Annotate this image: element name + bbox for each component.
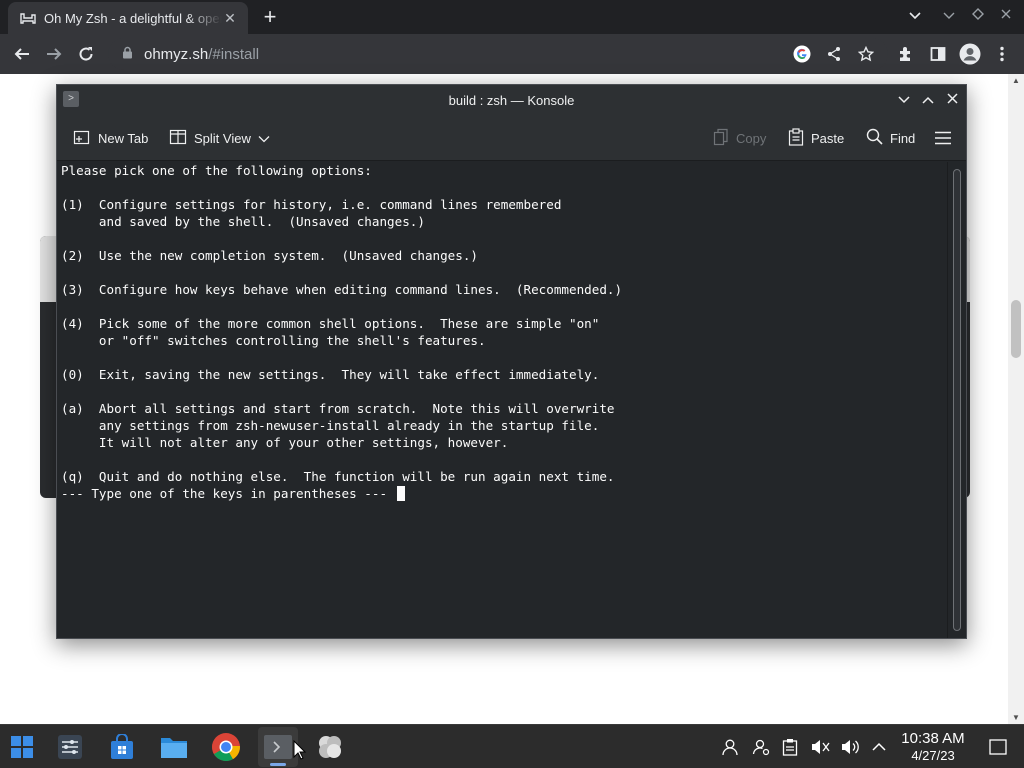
new-tab-button[interactable]: + xyxy=(258,6,282,30)
split-view-label: Split View xyxy=(194,130,251,146)
terminal-output[interactable]: Please pick one of the following options… xyxy=(57,162,947,638)
terminal-line: (0) Exit, saving the new settings. They … xyxy=(61,367,600,382)
paste-label: Paste xyxy=(811,130,845,146)
reload-icon[interactable] xyxy=(74,42,98,66)
terminal-cursor xyxy=(396,486,405,501)
forward-icon[interactable] xyxy=(42,42,66,66)
store-app-icon[interactable] xyxy=(102,727,142,767)
page-scrollbar-thumb[interactable] xyxy=(1011,300,1021,358)
page-scrollbar[interactable]: ▲ ▼ xyxy=(1008,74,1024,724)
new-tab-button[interactable]: New Tab xyxy=(73,127,148,149)
lock-icon xyxy=(122,46,136,63)
tab-title: Oh My Zsh - a delightful & open source f… xyxy=(44,10,222,26)
new-tab-label: New Tab xyxy=(98,130,149,146)
user-icon[interactable] xyxy=(720,737,740,757)
paste-icon xyxy=(788,127,804,149)
accounts-icon[interactable] xyxy=(751,737,771,757)
browser-tabstrip: Oh My Zsh - a delightful & open source f… xyxy=(0,0,1024,34)
hamburger-menu-icon[interactable] xyxy=(934,127,952,149)
konsole-maximize-icon[interactable] xyxy=(920,92,936,108)
tab-favicon-icon xyxy=(20,10,36,26)
active-app-indicator xyxy=(270,763,286,766)
terminal-line: (q) Quit and do nothing else. The functi… xyxy=(61,469,615,484)
terminal-prompt-line: --- Type one of the keys in parentheses … xyxy=(61,485,947,502)
clock-date: 4/27/23 xyxy=(911,748,955,763)
tab-close-icon[interactable]: ✕ xyxy=(222,10,238,26)
clipboard-icon[interactable] xyxy=(780,737,800,757)
terminal-line: (1) Configure settings for history, i.e.… xyxy=(61,197,562,212)
terminal-line: (4) Pick some of the more common shell o… xyxy=(61,316,600,331)
sidepanel-icon[interactable] xyxy=(926,42,950,66)
notifications-icon[interactable] xyxy=(988,737,1008,757)
konsole-window: > build : zsh — Konsole New Tab Split Vi… xyxy=(56,84,967,639)
settings-app-icon[interactable] xyxy=(50,727,90,767)
terminal-line: (a) Abort all settings and start from sc… xyxy=(61,401,615,416)
start-icon[interactable] xyxy=(2,727,42,767)
tab-search-icon[interactable] xyxy=(906,8,924,26)
profile-icon[interactable] xyxy=(958,42,982,66)
scroll-down-icon[interactable]: ▼ xyxy=(1012,713,1020,722)
browser-tab[interactable]: Oh My Zsh - a delightful & open source f… xyxy=(8,2,248,34)
mouse-pointer-icon xyxy=(293,739,307,765)
terminal-line: (3) Configure how keys behave when editi… xyxy=(61,282,623,297)
clock-time: 10:38 AM xyxy=(901,730,965,747)
konsole-minimize-icon[interactable] xyxy=(896,92,912,108)
copy-button[interactable]: Copy xyxy=(713,127,766,149)
terminal-line: (2) Use the new completion system. (Unsa… xyxy=(61,248,479,263)
terminal-prompt-text: --- Type one of the keys in parentheses … xyxy=(61,486,395,501)
terminal-line: and saved by the shell. (Unsaved changes… xyxy=(61,214,425,229)
search-icon xyxy=(866,128,883,148)
taskbar: 10:38 AM 4/27/23 xyxy=(0,724,1024,768)
url-host: ohmyz.sh xyxy=(144,45,209,63)
find-button[interactable]: Find xyxy=(866,127,915,149)
files-app-icon[interactable] xyxy=(154,727,194,767)
browser-toolbar: ohmyz.sh /#install xyxy=(0,34,1024,74)
terminal-app-icon[interactable] xyxy=(258,727,298,767)
terminal-line: Please pick one of the following options… xyxy=(61,163,372,178)
konsole-toolbar: New Tab Split View Copy Paste Find xyxy=(57,115,966,161)
paste-button[interactable]: Paste xyxy=(788,127,844,149)
chevron-up-icon[interactable] xyxy=(869,737,889,757)
maximize-icon[interactable] xyxy=(969,8,987,26)
extensions-icon[interactable] xyxy=(894,42,918,66)
new-tab-icon xyxy=(73,128,91,149)
gallery-app-icon[interactable] xyxy=(310,727,350,767)
copy-label: Copy xyxy=(736,130,767,146)
split-view-button[interactable]: Split View xyxy=(169,127,270,149)
star-icon[interactable] xyxy=(854,42,878,66)
terminal-scrollbar-thumb[interactable] xyxy=(953,169,961,631)
terminal-scrollbar[interactable] xyxy=(947,162,966,638)
terminal-line: It will not alter any of your other sett… xyxy=(61,435,509,450)
find-label: Find xyxy=(890,130,916,146)
konsole-close-icon[interactable] xyxy=(944,92,960,108)
clock[interactable]: 10:38 AM 4/27/23 xyxy=(896,730,970,764)
terminal-line: any settings from zsh-newuser-install al… xyxy=(61,418,600,433)
copy-icon xyxy=(713,128,729,149)
url-path: /#install xyxy=(208,45,260,63)
scroll-up-icon[interactable]: ▲ xyxy=(1012,76,1020,85)
minimize-icon[interactable] xyxy=(940,8,958,26)
konsole-titlebar[interactable]: > build : zsh — Konsole xyxy=(57,85,966,115)
volume-icon[interactable] xyxy=(840,737,860,757)
share-icon[interactable] xyxy=(822,42,846,66)
address-bar[interactable]: ohmyz.sh /#install xyxy=(108,38,888,70)
close-window-icon[interactable] xyxy=(997,8,1015,26)
split-view-icon xyxy=(169,128,187,149)
konsole-window-title: build : zsh — Konsole xyxy=(448,93,575,108)
back-icon[interactable] xyxy=(10,42,34,66)
menu-icon[interactable] xyxy=(990,42,1014,66)
terminal-line: or "off" switches controlling the shell'… xyxy=(61,333,486,348)
chevron-down-icon[interactable] xyxy=(258,131,270,146)
google-icon[interactable] xyxy=(790,42,814,66)
chrome-app-icon[interactable] xyxy=(206,727,246,767)
mute-icon[interactable] xyxy=(810,737,830,757)
